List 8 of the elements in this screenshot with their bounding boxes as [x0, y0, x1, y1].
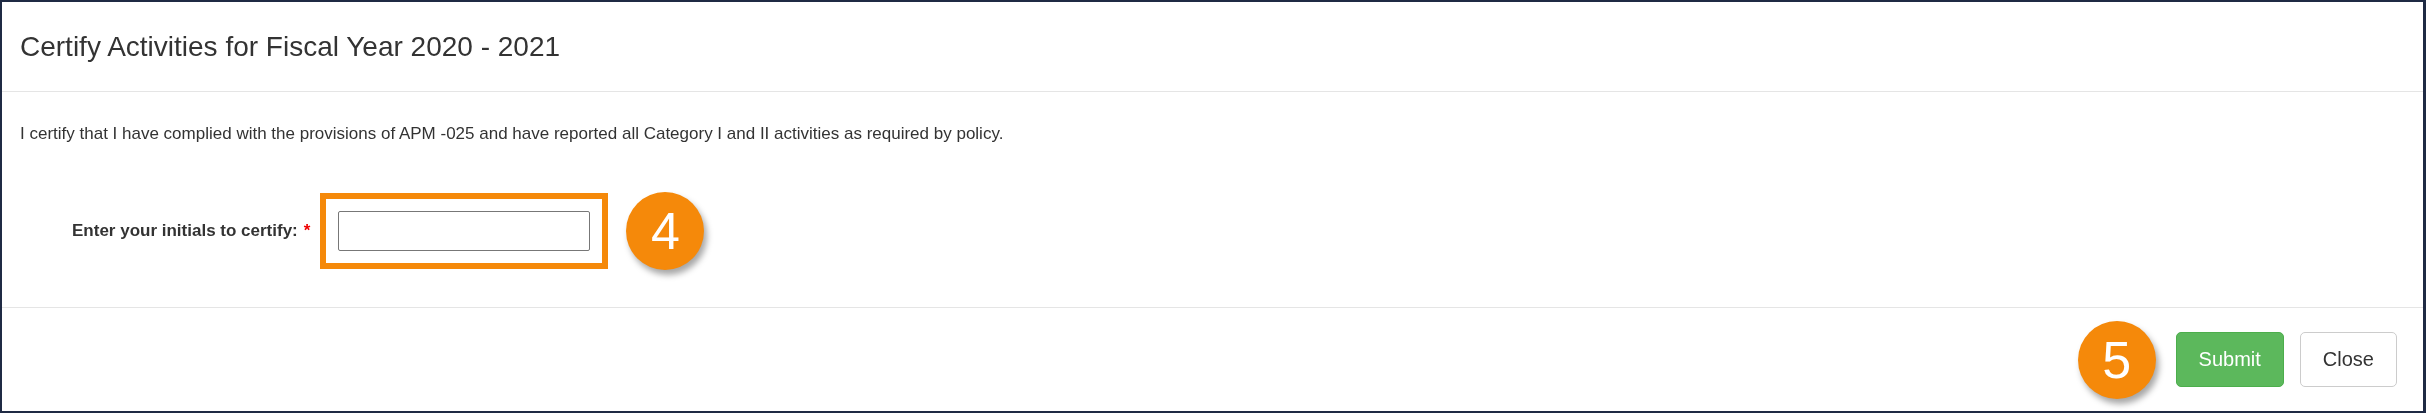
dialog-title: Certify Activities for Fiscal Year 2020 - 2021: [20, 30, 561, 63]
initials-field[interactable]: [338, 211, 591, 251]
field-label: Enter your initials to certify:: [72, 221, 298, 241]
step-callout: 5: [2077, 320, 2156, 399]
close-button[interactable]: Close: [2299, 332, 2397, 387]
step-callout: 4: [626, 192, 705, 270]
required-mark: *: [303, 221, 311, 241]
certification-statement: I certify that I have complied with the provisions of APM -025 and have reported all Category I and II activities as required by policy.: [20, 124, 1005, 144]
